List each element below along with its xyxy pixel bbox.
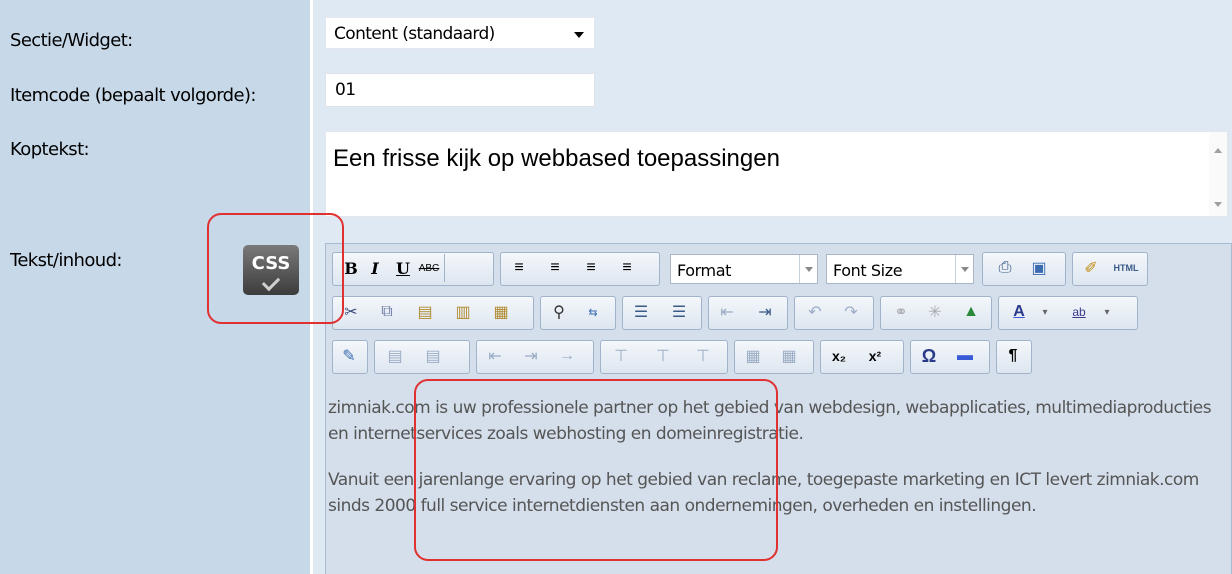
italic-icon[interactable]: I [362,252,388,284]
text-color-icon[interactable]: A [1006,296,1032,328]
toolbar-separator [444,254,445,282]
edit-icon[interactable]: ✎ [336,340,362,372]
superscript-icon[interactable]: x² [862,340,888,372]
insert-col-before-icon[interactable]: ⊤ [608,340,634,372]
content-label: Tekst/inhoud: [10,250,122,271]
font-size-dropdown-label: Font Size [833,261,903,280]
align-justify-icon[interactable]: ≡ [614,252,640,284]
bullet-list-icon[interactable]: ☰ [628,296,654,328]
underline-icon[interactable]: U [390,252,416,284]
chevron-down-icon[interactable]: ▾ [1094,296,1120,328]
paste-icon[interactable]: ▤ [412,296,438,328]
find-icon[interactable]: ⚲ [546,296,572,328]
heading-textarea[interactable]: Een frisse kijk op webbased toepassingen [325,131,1228,217]
paste-word-icon[interactable]: ▦ [488,296,514,328]
unlink-icon[interactable]: ✳ [922,296,948,328]
chevron-down-icon [955,255,973,283]
delete-col-icon[interactable]: ⊤ [690,340,716,372]
align-left-icon[interactable]: ≡ [506,252,532,284]
itemcode-label: Itemcode (bepaalt volgorde): [10,85,256,106]
undo-icon[interactable]: ↶ [802,296,828,328]
align-center-icon[interactable]: ≡ [542,252,568,284]
heading-label: Koptekst: [10,139,90,160]
copy-icon[interactable]: ⧉ [374,296,400,328]
textarea-scrollbar[interactable] [1209,132,1227,216]
itemcode-value: 01 [335,80,356,100]
insert-col-after-icon[interactable]: ⊤ [650,340,676,372]
font-size-dropdown[interactable]: Font Size [826,254,974,284]
scroll-up-icon[interactable] [1214,148,1222,153]
outdent-icon[interactable]: ⇤ [714,296,740,328]
special-char-icon[interactable]: Ω [916,340,942,372]
delete-row-icon[interactable]: → [554,340,580,372]
section-select-value: Content (standaard) [334,24,495,44]
table-props-icon[interactable]: ▤ [382,340,408,372]
row-props-icon[interactable]: ▤ [420,340,446,372]
format-dropdown[interactable]: Format [670,254,818,284]
itemcode-input[interactable]: 01 [325,73,595,107]
merge-cell-icon[interactable]: ▦ [776,340,802,372]
section-label: Sectie/Widget: [10,30,133,51]
highlight-annotation [207,213,344,324]
link-icon[interactable]: ⚭ [888,296,914,328]
horizontal-rule-icon[interactable]: ▬ [952,340,978,372]
format-dropdown-label: Format [677,261,731,280]
align-right-icon[interactable]: ≡ [578,252,604,284]
toolbar-row-3: ✎ ▤ ▤ ⇤ ⇥ → ⊤ ⊤ ⊤ ▦ ▦ x₂ x² Ω ▬ ¶ [332,340,1222,374]
toolbar-row-1: B I U ABC ≡ ≡ ≡ ≡ Format Font Size ⎙ ▣ ✐… [332,252,1222,286]
html-button[interactable]: HTML [1108,252,1144,284]
paragraph-mark-icon[interactable]: ¶ [1000,340,1026,372]
insert-row-before-icon[interactable]: ⇤ [482,340,508,372]
split-cell-icon[interactable]: ▦ [740,340,766,372]
subscript-icon[interactable]: x₂ [826,340,852,372]
chevron-down-icon [799,255,817,283]
print-icon[interactable]: ⎙ [992,252,1018,284]
replace-icon[interactable]: ⇆ [580,296,606,328]
chevron-down-icon[interactable]: ▾ [1032,296,1058,328]
scroll-down-icon[interactable] [1214,202,1222,207]
strikethrough-icon[interactable]: ABC [416,252,442,284]
cleanup-brush-icon[interactable]: ✐ [1078,252,1104,284]
highlight-annotation [414,379,778,561]
image-icon[interactable]: ▲ [958,296,984,328]
heading-text: Een frisse kijk op webbased toepassingen [333,145,780,172]
section-select[interactable]: Content (standaard) [325,17,595,49]
paste-text-icon[interactable]: ▥ [450,296,476,328]
highlight-icon[interactable]: ab [1066,296,1092,328]
number-list-icon[interactable]: ☰ [666,296,692,328]
chevron-down-icon [574,32,584,38]
indent-icon[interactable]: ⇥ [752,296,778,328]
redo-icon[interactable]: ↷ [838,296,864,328]
source-icon[interactable]: ▣ [1026,252,1052,284]
insert-row-after-icon[interactable]: ⇥ [518,340,544,372]
toolbar-row-2: ✂ ⧉ ▤ ▥ ▦ ⚲ ⇆ ☰ ☰ ⇤ ⇥ ↶ ↷ ⚭ ✳ ▲ A ▾ ab ▾ [332,296,1222,330]
